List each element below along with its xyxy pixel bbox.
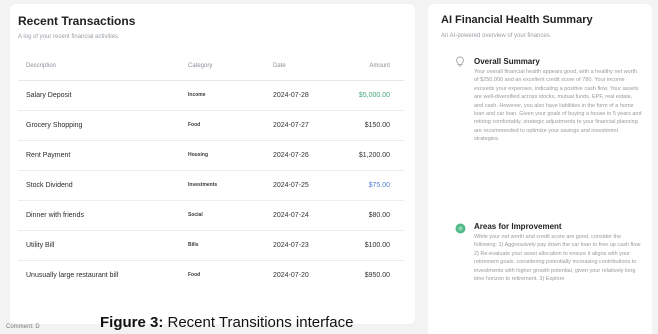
transaction-amount: $100.00 [364, 242, 390, 249]
figure-label: Figure 3: [100, 314, 164, 331]
areas-for-improvement-text: While your net worth and credit score ar… [474, 234, 642, 283]
transaction-category: Social [188, 212, 203, 218]
transaction-category: Income [188, 92, 206, 98]
lightbulb-icon [455, 55, 465, 73]
transaction-description: Utility Bill [26, 242, 55, 249]
figure-caption-text: Recent Transitions interface [163, 314, 354, 331]
table-row[interactable]: Salary Deposit Income 2024-07-28 $5,000.… [18, 80, 404, 110]
transaction-date: 2024-07-23 [273, 242, 309, 249]
overall-summary-heading: Overall Summary [474, 57, 540, 66]
transaction-description: Salary Deposit [26, 92, 72, 99]
transaction-amount: $75.00 [368, 182, 390, 189]
table-row[interactable]: Rent Payment Housing 2024-07-26 $1,200.0… [18, 140, 404, 170]
areas-for-improvement-heading: Areas for Improvement [474, 222, 562, 231]
transaction-amount: $1,200.00 [358, 152, 390, 159]
transaction-amount: $5,000.00 [358, 92, 390, 99]
transaction-category: Bills [188, 242, 199, 248]
transaction-category: Investments [188, 182, 218, 188]
transaction-date: 2024-07-20 [273, 272, 309, 279]
ai-summary-panel [428, 4, 652, 334]
transaction-date: 2024-07-26 [273, 152, 309, 159]
transactions-subtitle: A log of your recent financial activitie… [18, 34, 120, 40]
table-row[interactable]: Stock Dividend Investments 2024-07-25 $7… [18, 170, 404, 200]
table-row[interactable]: Dinner with friends Social 2024-07-24 $8… [18, 200, 404, 230]
column-header-category[interactable]: Category [188, 63, 212, 69]
table-row[interactable]: Utility Bill Bills 2024-07-23 $100.00 [18, 230, 404, 260]
column-header-amount[interactable]: Amount [369, 63, 390, 69]
transaction-amount: $950.00 [364, 272, 390, 279]
transaction-description: Stock Dividend [26, 182, 73, 189]
transactions-table: Salary Deposit Income 2024-07-28 $5,000.… [18, 80, 404, 290]
transaction-date: 2024-07-28 [273, 92, 309, 99]
transaction-date: 2024-07-24 [273, 212, 309, 219]
transaction-category: Housing [188, 152, 208, 158]
table-row[interactable]: Grocery Shopping Food 2024-07-27 $150.00 [18, 110, 404, 140]
transaction-category: Food [188, 122, 201, 128]
table-header: Description Category Date Amount [18, 63, 404, 75]
transaction-description: Dinner with friends [26, 212, 84, 219]
transactions-title: Recent Transactions [18, 14, 136, 28]
transaction-description: Rent Payment [26, 152, 71, 159]
overall-summary-text: Your overall financial health appears go… [474, 69, 642, 143]
ai-summary-subtitle: An AI-powered overview of your finances. [441, 33, 552, 39]
target-icon [455, 221, 466, 239]
transaction-description: Unusually large restaurant bill [26, 272, 119, 279]
transaction-category: Food [188, 272, 201, 278]
transaction-date: 2024-07-27 [273, 122, 309, 129]
column-header-description[interactable]: Description [26, 63, 56, 69]
cropped-comment-text: Comment: D [6, 324, 40, 330]
transaction-amount: $150.00 [364, 122, 390, 129]
transaction-amount: $80.00 [368, 212, 390, 219]
column-header-date[interactable]: Date [273, 63, 286, 69]
transaction-description: Grocery Shopping [26, 122, 83, 129]
figure-caption: Figure 3: Recent Transitions interface [100, 314, 353, 331]
transaction-date: 2024-07-25 [273, 182, 309, 189]
ai-summary-title: AI Financial Health Summary [441, 14, 593, 26]
table-row[interactable]: Unusually large restaurant bill Food 202… [18, 260, 404, 290]
